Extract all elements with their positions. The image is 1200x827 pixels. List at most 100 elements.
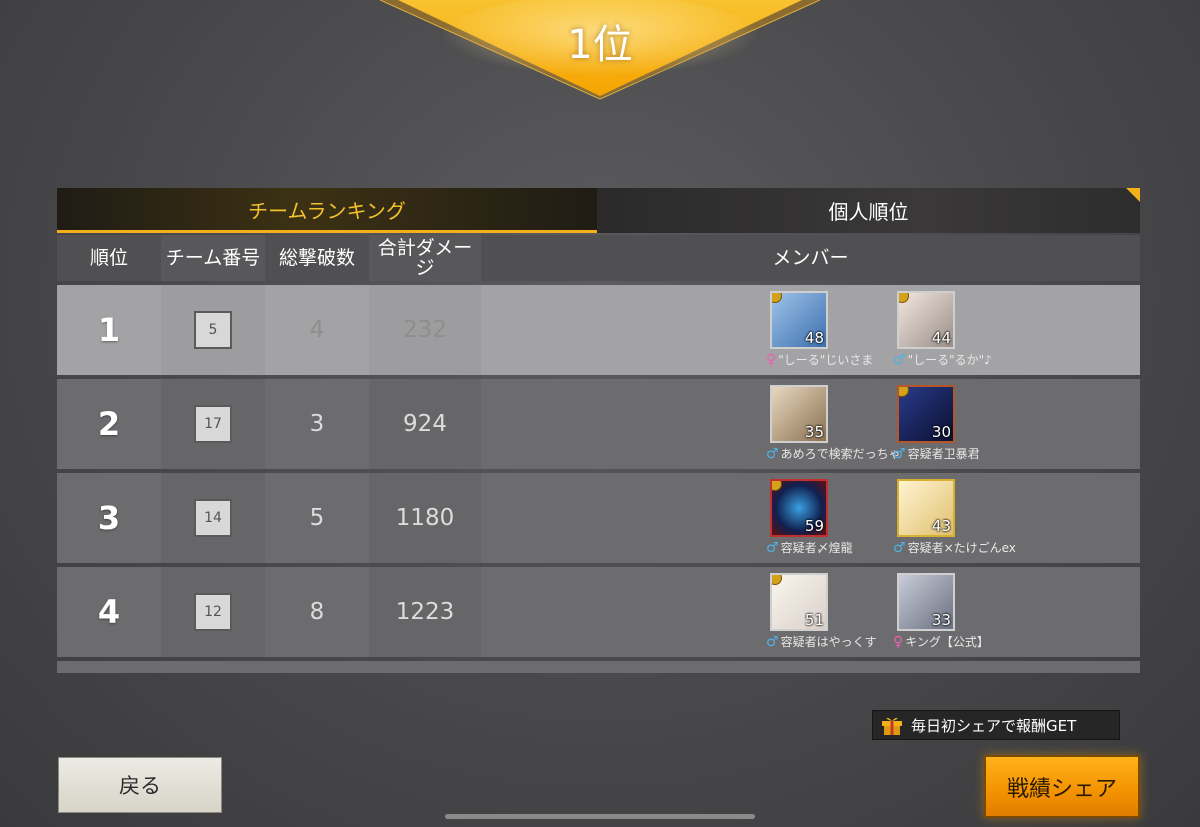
member-level: 33 [931, 611, 951, 629]
table-row[interactable]: 2 17 3 924 35 ♂ あめろで検索だっちゃ 30 ♂ 容疑者卫暴君 [57, 379, 1140, 469]
damage-cell: 232 [369, 285, 481, 375]
rank-medal-icon [899, 293, 909, 303]
kills-value: 3 [309, 411, 325, 437]
avatar: 59 [770, 479, 828, 537]
damage-cell: 1223 [369, 567, 481, 657]
female-icon: ♀ [893, 633, 904, 650]
member-level: 59 [804, 517, 824, 535]
home-indicator[interactable] [445, 814, 755, 819]
member-card[interactable]: 30 ♂ 容疑者卫暴君 [893, 385, 1023, 465]
share-results-button[interactable]: 戦績シェア [984, 755, 1140, 818]
table-row[interactable]: 3 14 5 1180 59 ♂ 容疑者〆煌龍 43 ♂ 容疑者×たけごんex [57, 473, 1140, 563]
kills-value: 4 [309, 317, 325, 343]
member-name: 容疑者〆煌龍 [780, 541, 853, 555]
member-name: 容疑者はやっくす [780, 635, 877, 649]
member-name-line: ♂ 容疑者卫暴君 [893, 445, 1043, 462]
avatar: 30 [897, 385, 955, 443]
share-reward-tip: 毎日初シェアで報酬GET [872, 710, 1120, 740]
member-name: あめろで検索だっちゃ [780, 447, 901, 461]
share-tip-text: 毎日初シェアで報酬GET [911, 716, 1077, 735]
rank-cell: 4 [57, 567, 161, 657]
member-level: 51 [804, 611, 824, 629]
member-level: 35 [804, 423, 824, 441]
member-name: 容疑者×たけごんex [907, 541, 1016, 555]
rank-number: 1 [97, 311, 121, 349]
members-cell: 35 ♂ あめろで検索だっちゃ 30 ♂ 容疑者卫暴君 [481, 379, 1140, 469]
member-card[interactable]: 35 ♂ あめろで検索だっちゃ [766, 385, 901, 465]
rank-medal-icon [899, 387, 909, 397]
table-row[interactable]: 1 5 4 232 48 ♀ "しーる"じいさま 44 ♂ "しーる"るか"♪ [57, 285, 1140, 375]
rank-number: 3 [97, 499, 121, 537]
ranking-panel: チームランキング 個人順位 順位 チーム番号 総撃破数 合計ダメージ メンバー … [57, 188, 1140, 673]
member-card[interactable]: 59 ♂ 容疑者〆煌龍 [766, 479, 896, 559]
rank-medal-icon [772, 293, 782, 303]
member-card[interactable]: 33 ♀ キング【公式】 [893, 573, 1023, 653]
member-name: キング【公式】 [905, 635, 989, 649]
female-icon: ♀ [766, 351, 777, 368]
tab-bar: チームランキング 個人順位 [57, 188, 1140, 233]
male-icon: ♂ [766, 445, 779, 462]
team-number-badge: 17 [194, 405, 232, 443]
member-name: 容疑者卫暴君 [907, 447, 980, 461]
male-icon: ♂ [766, 633, 779, 650]
member-name: "しーる"るか"♪ [907, 353, 992, 367]
team-cell: 14 [161, 473, 265, 563]
rank-banner: 1位 [380, 0, 820, 100]
header-kills: 総撃破数 [278, 247, 355, 269]
member-level: 44 [931, 329, 951, 347]
member-level: 48 [804, 329, 824, 347]
corner-accent-icon [1126, 188, 1140, 202]
kills-cell: 8 [265, 567, 369, 657]
damage-value: 1180 [395, 505, 455, 531]
member-card[interactable]: 48 ♀ "しーる"じいさま [766, 291, 896, 371]
avatar: 44 [897, 291, 955, 349]
tab-personal-ranking[interactable]: 個人順位 [597, 188, 1140, 233]
member-level: 30 [931, 423, 951, 441]
rank-cell: 1 [57, 285, 161, 375]
team-cell: 5 [161, 285, 265, 375]
header-members: メンバー [772, 247, 849, 269]
member-card[interactable]: 51 ♂ 容疑者はやっくす [766, 573, 896, 653]
damage-value: 1223 [395, 599, 455, 625]
table-header: 順位 チーム番号 総撃破数 合計ダメージ メンバー [57, 235, 1140, 281]
member-name: "しーる"じいさま [778, 353, 874, 367]
kills-value: 5 [309, 505, 325, 531]
damage-value: 924 [403, 411, 447, 437]
table-row[interactable] [57, 661, 1140, 673]
gift-icon [882, 717, 902, 735]
kills-cell: 4 [265, 285, 369, 375]
damage-cell: 1180 [369, 473, 481, 563]
team-number-badge: 12 [194, 593, 232, 631]
male-icon: ♂ [893, 539, 906, 556]
avatar: 33 [897, 573, 955, 631]
member-level: 43 [931, 517, 951, 535]
damage-value: 232 [403, 317, 447, 343]
team-cell: 12 [161, 567, 265, 657]
back-button[interactable]: 戻る [58, 757, 222, 813]
rank-medal-icon [772, 575, 782, 585]
members-cell: 51 ♂ 容疑者はやっくす 33 ♀ キング【公式】 [481, 567, 1140, 657]
tab-team-ranking[interactable]: チームランキング [57, 188, 597, 233]
team-cell: 17 [161, 379, 265, 469]
member-card[interactable]: 43 ♂ 容疑者×たけごんex [893, 479, 1023, 559]
male-icon: ♂ [893, 351, 906, 368]
member-name-line: ♂ "しーる"るか"♪ [893, 351, 1043, 368]
avatar: 43 [897, 479, 955, 537]
table-row[interactable]: 4 12 8 1223 51 ♂ 容疑者はやっくす 33 ♀ キング【公式】 [57, 567, 1140, 657]
rank-medal-icon [772, 481, 782, 491]
rank-number: 4 [97, 593, 121, 631]
member-card[interactable]: 44 ♂ "しーる"るか"♪ [893, 291, 1023, 371]
members-cell: 48 ♀ "しーる"じいさま 44 ♂ "しーる"るか"♪ [481, 285, 1140, 375]
male-icon: ♂ [766, 539, 779, 556]
male-icon: ♂ [893, 445, 906, 462]
rank-cell: 2 [57, 379, 161, 469]
rank-title: 1位 [567, 22, 633, 68]
kills-value: 8 [309, 599, 325, 625]
team-number-badge: 5 [194, 311, 232, 349]
header-damage: 合計ダメージ [369, 235, 481, 281]
rank-number: 2 [97, 405, 121, 443]
tab-personal-label: 個人順位 [828, 200, 909, 224]
damage-cell: 924 [369, 379, 481, 469]
rank-cell: 3 [57, 473, 161, 563]
member-name-line: ♂ 容疑者×たけごんex [893, 539, 1043, 556]
